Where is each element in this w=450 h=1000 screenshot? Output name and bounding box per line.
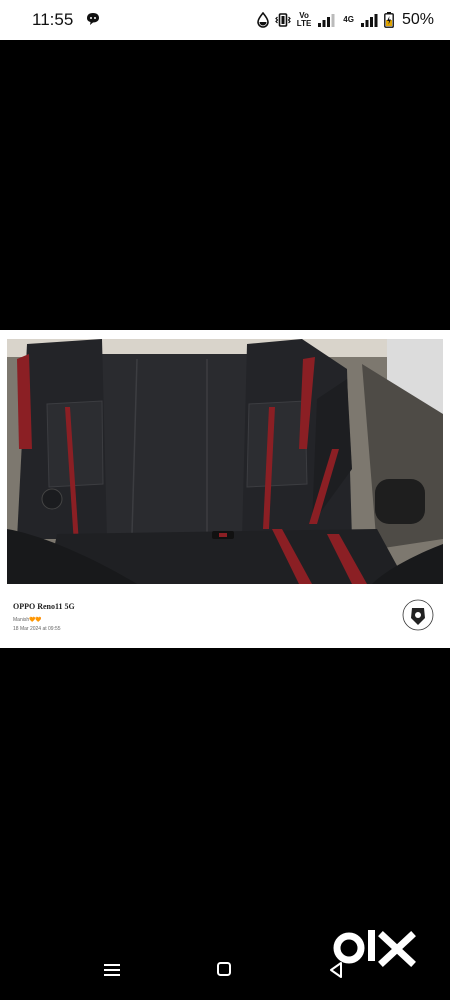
data-saver-icon [256,12,269,28]
photo-card: OPPO Reno11 5G Manish🧡🧡 18 Mar 2024 at 0… [0,330,450,648]
vibrate-icon [274,13,291,27]
network-type: 4G [343,15,354,24]
battery-icon [384,12,394,28]
watermark-badge-icon [402,599,434,631]
status-icons: Vo LTE 4G 50% [256,10,434,30]
back-icon[interactable] [328,961,344,979]
olx-logo [333,930,416,967]
car-rear-seat-photo[interactable] [7,339,443,584]
volte-indicator: Vo LTE [296,11,312,28]
photo-watermark: OPPO Reno11 5G Manish🧡🧡 18 Mar 2024 at 0… [13,602,75,632]
seat-illustration [7,339,443,584]
signal-strength-2-icon [360,14,378,27]
watermark-device: OPPO Reno11 5G [13,602,75,611]
home-icon[interactable] [216,961,232,977]
status-bar: 11:55 Vo LTE 4G 50% [0,0,450,40]
battery-percent: 50% [401,11,434,28]
watermark-timestamp: 18 Mar 2024 at 09:55 [13,626,61,632]
menu-icon[interactable] [103,963,121,977]
chat-bubble-icon [87,13,99,25]
watermark-user: Manish🧡🧡 [13,617,42,623]
signal-strength-icon [318,14,335,27]
status-time: 11:55 [32,10,74,29]
